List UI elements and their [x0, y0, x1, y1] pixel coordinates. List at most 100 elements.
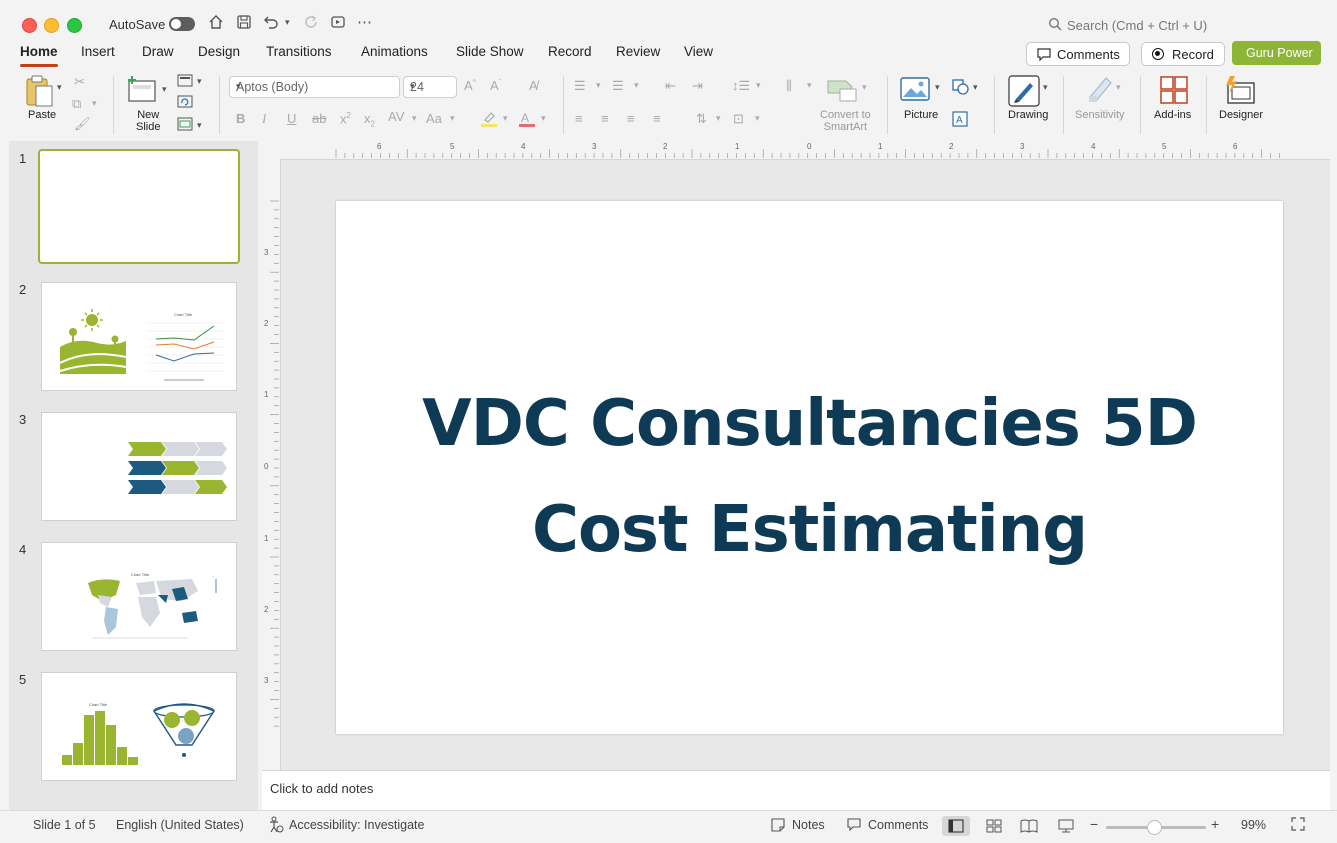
align-right-icon: ≡	[627, 111, 635, 126]
record-button[interactable]: Record	[1141, 42, 1225, 66]
font-size-combobox[interactable]: 24 ▾	[403, 76, 457, 98]
slide-thumbnail-5[interactable]: Chart Title	[41, 672, 237, 781]
layout-icon[interactable]	[177, 74, 193, 90]
autosave-toggle[interactable]	[169, 17, 195, 31]
align-text-icon: ⊡	[733, 111, 744, 126]
reading-view-button[interactable]	[1015, 816, 1043, 836]
search-icon[interactable]	[1048, 17, 1062, 35]
notes-toggle-label[interactable]: Notes	[792, 818, 825, 832]
record-button-label: Record	[1172, 47, 1214, 62]
copy-icon: ⧉	[72, 96, 82, 111]
slide-thumbnail-2[interactable]: Chart Title	[41, 282, 237, 391]
picture-icon[interactable]	[900, 77, 930, 106]
more-options-icon[interactable]: ⋯	[357, 13, 372, 31]
sensitivity-label: Sensitivity	[1075, 109, 1125, 121]
current-slide-canvas[interactable]: VDC Consultancies 5D Cost Estimating	[336, 201, 1283, 734]
drawing-chevron-icon[interactable]: ▾	[1043, 82, 1048, 93]
ruler-label: 3	[264, 676, 269, 685]
language-label[interactable]: English (United States)	[116, 818, 244, 832]
slide-number-5: 5	[19, 672, 27, 687]
tab-insert[interactable]: Insert	[81, 44, 115, 59]
slide-title[interactable]: VDC Consultancies 5D Cost Estimating	[336, 371, 1283, 583]
shapes-chevron-icon[interactable]: ▾	[973, 82, 978, 93]
strikethrough-icon: ab	[312, 111, 327, 126]
notes-icon[interactable]	[770, 817, 786, 836]
svg-text:A: A	[956, 115, 963, 126]
zoom-out-icon[interactable]: −	[1090, 816, 1098, 832]
notes-pane[interactable]: Click to add notes	[262, 770, 1330, 811]
section-icon[interactable]	[177, 117, 193, 134]
line-spacing-chevron-icon: ▾	[756, 80, 761, 90]
text-box-icon[interactable]: A	[952, 111, 968, 132]
ruler-label: 3	[592, 142, 597, 151]
add-ins-label: Add-ins	[1154, 109, 1192, 121]
line-spacing-icon: ↕☰	[732, 78, 751, 93]
numbering-chevron-icon: ▾	[634, 80, 639, 90]
new-slide-dropdown-chevron-icon[interactable]: ▾	[162, 84, 167, 95]
normal-view-button[interactable]	[942, 816, 970, 836]
search-input[interactable]: Search (Cmd + Ctrl + U)	[1067, 18, 1207, 33]
tab-home[interactable]: Home	[20, 44, 58, 59]
slide-count-label: Slide 1 of 5	[33, 818, 96, 832]
tab-draw[interactable]: Draw	[142, 44, 174, 59]
tab-animations[interactable]: Animations	[361, 44, 428, 59]
font-name-combobox[interactable]: Aptos (Body) ▾	[229, 76, 400, 98]
home-icon[interactable]	[208, 14, 224, 34]
numbering-icon: ☰	[612, 78, 624, 93]
slide-number-4: 4	[19, 542, 27, 557]
comments-status-icon[interactable]	[846, 817, 862, 834]
guru-power-button[interactable]: Guru Power	[1232, 41, 1321, 65]
bullets-chevron-icon: ▾	[596, 80, 601, 90]
slide-sorter-button[interactable]	[980, 816, 1008, 836]
undo-icon[interactable]	[262, 14, 280, 34]
add-ins-icon[interactable]	[1159, 75, 1189, 110]
present-from-start-icon[interactable]	[330, 14, 346, 34]
comments-button-label: Comments	[1057, 47, 1120, 62]
slide-thumbnail-1[interactable]	[38, 149, 240, 264]
zoom-level-label[interactable]: 99%	[1241, 818, 1266, 832]
tab-review[interactable]: Review	[616, 44, 660, 59]
tab-record[interactable]: Record	[548, 44, 592, 59]
cut-icon: ✂	[74, 74, 85, 89]
decrease-font-size-icon: Aˇ	[490, 78, 502, 93]
reset-slide-icon[interactable]	[177, 95, 193, 111]
tab-design[interactable]: Design	[198, 44, 240, 59]
zoom-window-button[interactable]	[67, 18, 82, 33]
zoom-in-icon[interactable]: +	[1211, 816, 1219, 832]
paste-dropdown-chevron-icon[interactable]: ▾	[57, 82, 62, 93]
decrease-indent-icon: ⇤	[665, 78, 676, 93]
tab-slide-show[interactable]: Slide Show	[456, 44, 524, 59]
minimize-window-button[interactable]	[44, 18, 59, 33]
undo-dropdown-chevron-icon[interactable]: ▾	[285, 17, 290, 28]
designer-icon[interactable]	[1224, 74, 1256, 111]
new-slide-icon[interactable]	[126, 75, 158, 108]
shapes-icon[interactable]	[951, 78, 971, 101]
section-dropdown-chevron-icon[interactable]: ▾	[197, 120, 202, 131]
drawing-icon[interactable]	[1008, 75, 1040, 112]
slide-show-button[interactable]	[1052, 816, 1080, 836]
svg-text:—: —	[212, 574, 215, 578]
format-painter-icon: 🖌	[74, 116, 91, 131]
accessibility-icon[interactable]	[268, 816, 284, 837]
vertical-ruler: 3 2 1 0 1 2 3	[262, 159, 281, 770]
tab-transitions[interactable]: Transitions	[266, 44, 332, 59]
picture-chevron-icon[interactable]: ▾	[935, 82, 940, 93]
drawing-label: Drawing	[1008, 109, 1049, 121]
slide-thumbnail-4[interactable]: Chart Title —	[41, 542, 237, 651]
layout-dropdown-chevron-icon[interactable]: ▾	[197, 76, 202, 87]
zoom-slider-handle[interactable]	[1147, 820, 1162, 835]
comments-toggle-label[interactable]: Comments	[868, 818, 928, 832]
status-bar: Slide 1 of 5 English (United States) Acc…	[0, 810, 1337, 843]
ruler-label: 0	[807, 142, 812, 151]
slide-show-icon	[1058, 819, 1074, 833]
ruler-label: 2	[663, 142, 668, 151]
columns-icon: ⫼	[786, 78, 792, 93]
comments-button[interactable]: Comments	[1026, 42, 1130, 66]
close-window-button[interactable]	[22, 18, 37, 33]
accessibility-label[interactable]: Accessibility: Investigate	[289, 818, 424, 832]
tab-view[interactable]: View	[684, 44, 713, 59]
slide-thumbnail-3[interactable]	[41, 412, 237, 521]
increase-indent-icon: ⇥	[692, 78, 703, 93]
save-icon[interactable]	[236, 14, 252, 34]
fit-to-window-icon[interactable]	[1290, 816, 1306, 835]
